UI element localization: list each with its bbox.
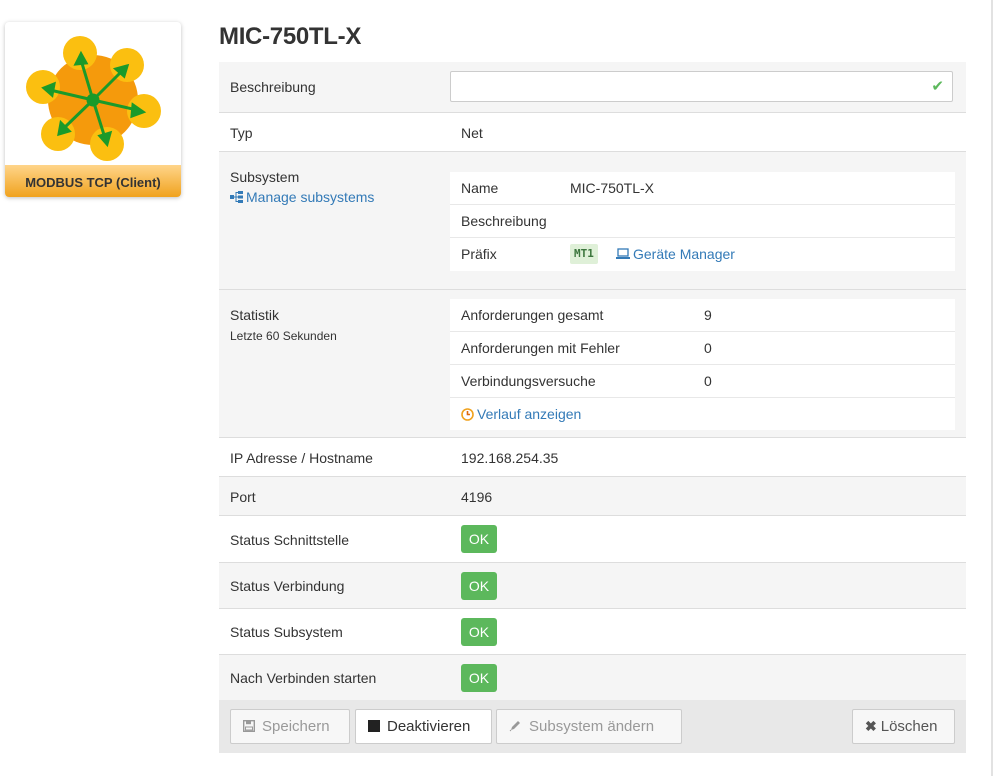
subsystem-desc-label: Beschreibung: [461, 213, 547, 229]
subsystem-name-value: MIC-750TL-X: [570, 180, 655, 196]
ip-value: 192.168.254.35: [461, 450, 559, 466]
save-button[interactable]: Speichern: [230, 709, 350, 744]
sitemap-icon: [230, 191, 243, 203]
stat-value: 0: [704, 373, 712, 389]
deactivate-button[interactable]: Deaktivieren: [355, 709, 492, 744]
geraete-manager-link[interactable]: Geräte Manager: [616, 246, 735, 262]
row-status-schnittstelle: Status Schnittstelle OK: [219, 516, 966, 563]
row-nach-verbinden: Nach Verbinden starten OK: [219, 655, 966, 701]
stat-history-row: Verlauf anzeigen: [450, 398, 955, 430]
device-logo-card: MODBUS TCP (Client): [5, 22, 181, 197]
pencil-icon: [509, 710, 522, 743]
verlauf-anzeigen-link[interactable]: Verlauf anzeigen: [461, 406, 581, 422]
stat-label: Verbindungsversuche: [461, 373, 596, 389]
subsystem-desc-row: Beschreibung: [450, 205, 955, 238]
row-typ: Typ Net: [219, 113, 966, 152]
prefix-badge: MT1: [570, 244, 598, 264]
port-value: 4196: [461, 489, 493, 505]
row-status-verbindung: Status Verbindung OK: [219, 563, 966, 609]
typ-label: Typ: [230, 125, 253, 141]
subsystem-prefix-label: Präfix: [461, 246, 497, 262]
row-subsystem: Subsystem Manage subsystems Name MIC-750…: [219, 152, 966, 290]
status-badge: OK: [461, 664, 497, 692]
device-details-table: Beschreibung ✔ Typ Net Subsystem Manage …: [219, 62, 966, 701]
row-status-subsystem: Status Subsystem OK: [219, 609, 966, 655]
delete-button[interactable]: ✖ Löschen: [852, 709, 955, 744]
ip-label: IP Adresse / Hostname: [230, 450, 373, 466]
port-label: Port: [230, 489, 256, 505]
stat-row: Anforderungen gesamt 9: [450, 299, 955, 332]
times-icon: ✖: [865, 718, 877, 734]
stat-row: Verbindungsversuche 0: [450, 365, 955, 398]
status-badge: OK: [461, 525, 497, 553]
subsystem-label: Subsystem: [230, 169, 300, 185]
change-subsystem-button[interactable]: Subsystem ändern: [496, 709, 682, 744]
beschreibung-input[interactable]: ✔: [450, 71, 953, 102]
row-beschreibung: Beschreibung ✔: [219, 62, 966, 113]
status-badge: OK: [461, 618, 497, 646]
floppy-icon: [242, 710, 256, 743]
status-schnittstelle-label: Status Schnittstelle: [230, 532, 350, 548]
check-icon: ✔: [931, 78, 944, 95]
action-toolbar: Speichern Deaktivieren Subsystem ändern …: [219, 700, 966, 753]
protocol-label: MODBUS TCP (Client): [5, 165, 181, 197]
statistik-details: Anforderungen gesamt 9 Anforderungen mit…: [450, 299, 955, 430]
statistik-sublabel: Letzte 60 Sekunden: [230, 329, 337, 343]
stat-value: 0: [704, 340, 712, 356]
beschreibung-label: Beschreibung: [230, 79, 316, 95]
page-title: MIC-750TL-X: [219, 23, 362, 50]
stop-icon: [368, 710, 380, 743]
subsystem-name-row: Name MIC-750TL-X: [450, 172, 955, 205]
nach-verbinden-label: Nach Verbinden starten: [230, 670, 377, 686]
status-badge: OK: [461, 572, 497, 600]
manage-subsystems-link[interactable]: Manage subsystems: [230, 189, 374, 205]
laptop-icon: [616, 248, 630, 259]
statistik-label: Statistik: [230, 307, 280, 323]
subsystem-prefix-value: MT1: [570, 244, 598, 264]
row-port: Port 4196: [219, 477, 966, 516]
status-subsystem-label: Status Subsystem: [230, 624, 343, 640]
row-statistik: Statistik Letzte 60 Sekunden Anforderung…: [219, 290, 966, 438]
row-ip: IP Adresse / Hostname 192.168.254.35: [219, 438, 966, 477]
stat-value: 9: [704, 307, 712, 323]
stat-label: Anforderungen gesamt: [461, 307, 604, 323]
history-chart-icon: [461, 408, 474, 421]
subsystem-details: Name MIC-750TL-X Beschreibung Präfix MT1…: [450, 172, 955, 271]
subsystem-prefix-row: Präfix MT1 Geräte Manager: [450, 238, 955, 271]
stat-label: Anforderungen mit Fehler: [461, 340, 620, 356]
typ-value: Net: [461, 125, 483, 141]
status-verbindung-label: Status Verbindung: [230, 578, 345, 594]
subsystem-name-label: Name: [461, 180, 499, 196]
modbus-network-icon: [26, 36, 161, 161]
stat-row: Anforderungen mit Fehler 0: [450, 332, 955, 365]
scroll-edge: [991, 0, 993, 776]
